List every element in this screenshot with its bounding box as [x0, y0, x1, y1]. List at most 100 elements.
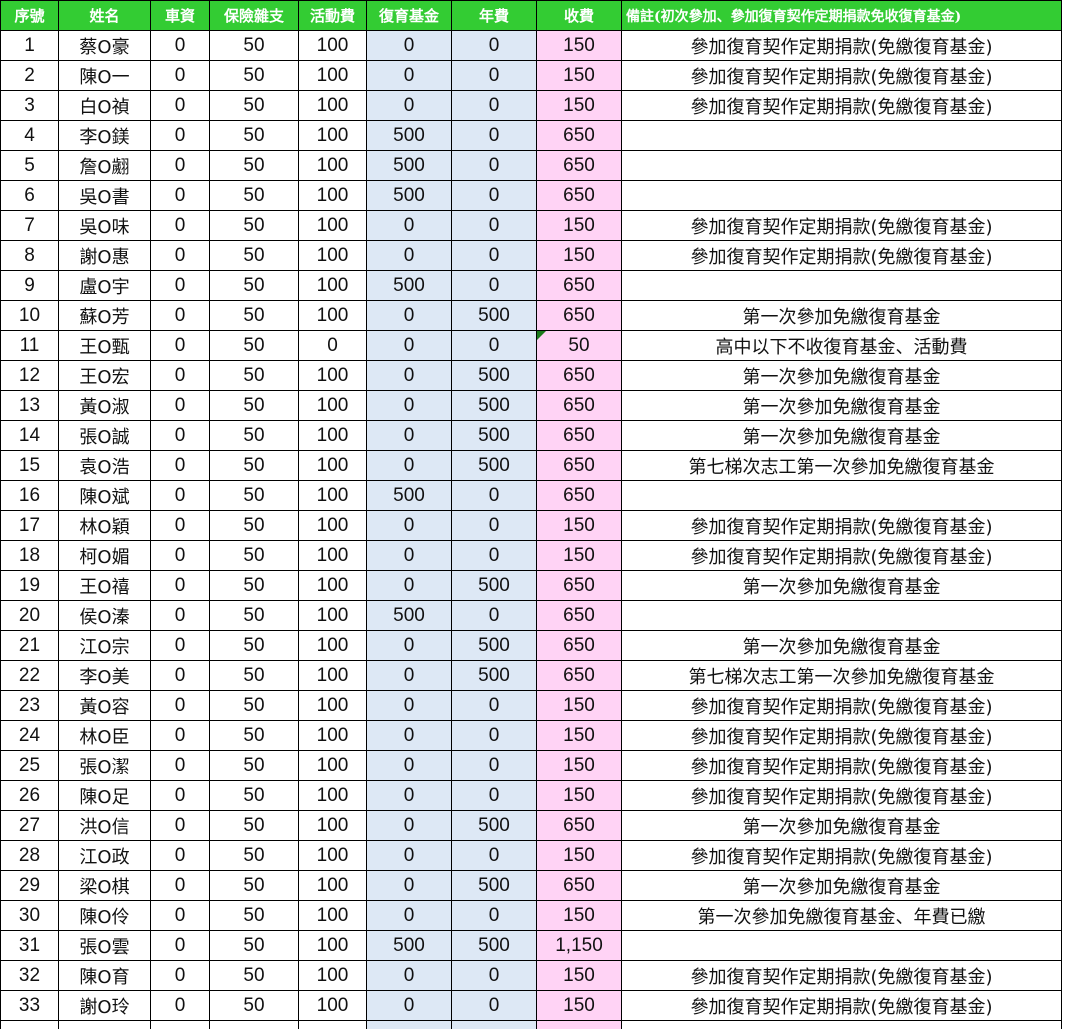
cell-no[interactable]: 20 — [1, 601, 59, 631]
header-total[interactable]: 收費 — [537, 1, 622, 31]
cell-activity[interactable]: 100 — [299, 31, 367, 61]
cell-name[interactable]: 梁O棋 — [59, 871, 151, 901]
cell-fund[interactable]: 0 — [367, 721, 452, 751]
cell-fund[interactable]: 0 — [367, 691, 452, 721]
cell-name[interactable]: 吳O味 — [59, 211, 151, 241]
cell-no[interactable]: 16 — [1, 481, 59, 511]
cell-note[interactable]: 參加復育契作定期捐款(免繳復育基金) — [622, 781, 1062, 811]
cell-name[interactable]: 柯O媚 — [59, 541, 151, 571]
cell-note[interactable]: 參加復育契作定期捐款(免繳復育基金) — [622, 511, 1062, 541]
cell-fare[interactable]: 0 — [151, 361, 210, 391]
cell-insurance[interactable]: 50 — [210, 31, 299, 61]
cell-insurance[interactable]: 50 — [210, 481, 299, 511]
cell-fare[interactable]: 0 — [151, 961, 210, 991]
cell-fund[interactable]: 0 — [367, 91, 452, 121]
cell-name[interactable]: 江O政 — [59, 841, 151, 871]
cell-fare[interactable]: 0 — [151, 31, 210, 61]
cell-name[interactable]: 陳O伶 — [59, 901, 151, 931]
cell-insurance[interactable]: 50 — [210, 841, 299, 871]
cell-fund[interactable]: 0 — [367, 871, 452, 901]
cell-total[interactable]: 150 — [537, 541, 622, 571]
cell-total[interactable]: 650 — [537, 451, 622, 481]
cell-annual[interactable]: 500 — [452, 451, 537, 481]
cell-note[interactable] — [622, 121, 1062, 151]
cell-fund[interactable]: 0 — [367, 511, 452, 541]
cell-name[interactable]: 張O潔 — [59, 751, 151, 781]
cell-fare[interactable]: 0 — [151, 781, 210, 811]
cell-fund[interactable]: 0 — [367, 421, 452, 451]
cell-activity[interactable]: 100 — [299, 961, 367, 991]
cell-fund[interactable]: 0 — [367, 901, 452, 931]
cell-fare[interactable]: 0 — [151, 121, 210, 151]
cell-activity[interactable]: 100 — [299, 781, 367, 811]
cell-no[interactable]: 24 — [1, 721, 59, 751]
cell-fare[interactable]: 0 — [151, 901, 210, 931]
cell-fare[interactable]: 0 — [151, 481, 210, 511]
cell-annual[interactable]: 0 — [452, 331, 537, 361]
cell-annual[interactable]: 0 — [452, 601, 537, 631]
cell-activity[interactable]: 100 — [299, 571, 367, 601]
cell-insurance[interactable]: 50 — [210, 241, 299, 271]
cell-note[interactable] — [622, 181, 1062, 211]
cell-fund[interactable]: 0 — [367, 661, 452, 691]
cell-no[interactable]: 32 — [1, 961, 59, 991]
header-name[interactable]: 姓名 — [59, 1, 151, 31]
cell-annual[interactable]: 500 — [452, 631, 537, 661]
cell-name[interactable]: 林O穎 — [59, 511, 151, 541]
cell-fund[interactable]: 0 — [367, 991, 452, 1021]
cell-activity[interactable]: 100 — [299, 541, 367, 571]
cell-fare[interactable]: 0 — [151, 241, 210, 271]
cell-insurance[interactable]: 50 — [210, 151, 299, 181]
cell-name[interactable]: 張O誠 — [59, 421, 151, 451]
cell-name[interactable]: 李O美 — [59, 661, 151, 691]
cell-total[interactable]: 650 — [537, 361, 622, 391]
cell-annual[interactable]: 0 — [452, 211, 537, 241]
cell-no[interactable]: 4 — [1, 121, 59, 151]
cell-activity[interactable]: 100 — [299, 511, 367, 541]
cell-activity[interactable]: 100 — [299, 901, 367, 931]
cell-activity[interactable]: 100 — [299, 391, 367, 421]
cell-activity[interactable]: 100 — [299, 61, 367, 91]
cell-fare[interactable]: 0 — [151, 991, 210, 1021]
cell-insurance[interactable]: 50 — [210, 811, 299, 841]
cell-activity[interactable]: 100 — [299, 991, 367, 1021]
cell-note[interactable]: 參加復育契作定期捐款(免繳復育基金) — [622, 991, 1062, 1021]
cell-insurance[interactable]: 50 — [210, 511, 299, 541]
cell-fare[interactable]: 0 — [151, 151, 210, 181]
cell-name[interactable]: 李O鎂 — [59, 121, 151, 151]
cell-fund[interactable]: 0 — [367, 31, 452, 61]
cell-no[interactable]: 9 — [1, 271, 59, 301]
cell-note[interactable]: 參加復育契作定期捐款(免繳復育基金) — [622, 61, 1062, 91]
cell-name[interactable]: 盧O宇 — [59, 271, 151, 301]
cell-annual[interactable]: 0 — [452, 91, 537, 121]
cell-activity[interactable]: 100 — [299, 811, 367, 841]
cell-fare[interactable]: 0 — [151, 571, 210, 601]
cell-no[interactable]: 28 — [1, 841, 59, 871]
comment-indicator-icon[interactable] — [537, 331, 546, 340]
cell-insurance[interactable]: 50 — [210, 331, 299, 361]
cell-name[interactable]: 王O甄 — [59, 331, 151, 361]
cell-annual[interactable]: 500 — [452, 421, 537, 451]
cell-no[interactable]: 21 — [1, 631, 59, 661]
cell-no[interactable]: 10 — [1, 301, 59, 331]
cell-activity[interactable]: 100 — [299, 361, 367, 391]
cell-activity[interactable]: 100 — [299, 631, 367, 661]
cell-name[interactable]: 陳O一 — [59, 61, 151, 91]
cell-fund[interactable]: 0 — [367, 961, 452, 991]
cell-annual[interactable]: 500 — [452, 391, 537, 421]
cell-insurance[interactable]: 50 — [210, 721, 299, 751]
cell-total[interactable]: 650 — [537, 151, 622, 181]
cell-annual[interactable]: 0 — [452, 31, 537, 61]
cell-fund[interactable]: 0 — [367, 841, 452, 871]
cell-activity[interactable]: 100 — [299, 481, 367, 511]
cell-annual[interactable]: 0 — [452, 721, 537, 751]
header-insurance[interactable]: 保險雜支 — [210, 1, 299, 31]
cell-fare[interactable]: 0 — [151, 211, 210, 241]
cell-no[interactable]: 12 — [1, 361, 59, 391]
cell-fare[interactable]: 0 — [151, 61, 210, 91]
cell-note[interactable]: 第一次參加免繳復育基金 — [622, 391, 1062, 421]
cell-total[interactable]: 150 — [537, 751, 622, 781]
cell-insurance[interactable]: 50 — [210, 61, 299, 91]
cell-activity[interactable]: 0 — [299, 331, 367, 361]
cell-activity[interactable]: 100 — [299, 451, 367, 481]
